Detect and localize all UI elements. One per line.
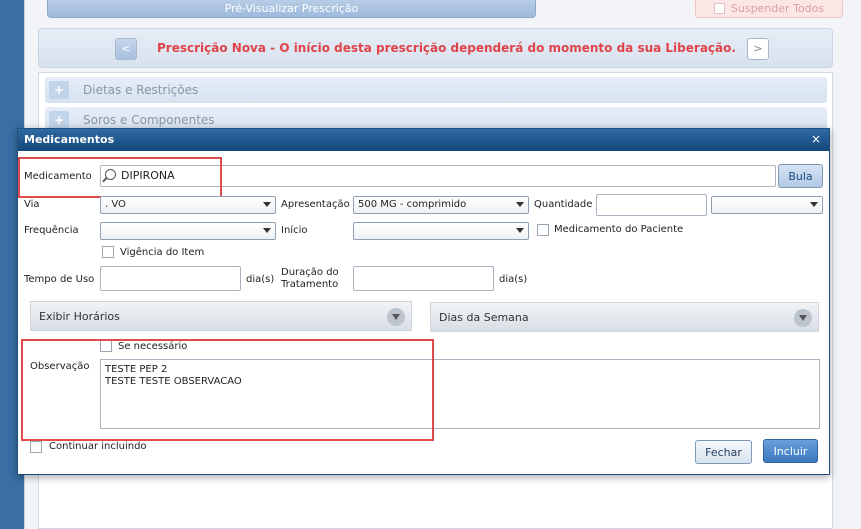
quantidade-input[interactable] — [596, 194, 707, 216]
suspend-all-button[interactable]: Suspender Todos — [695, 0, 843, 18]
exibir-horarios-label: Exibir Horários — [39, 309, 120, 323]
dias-unit-label: dia(s) — [246, 274, 275, 285]
continuar-label: Continuar incluindo — [49, 441, 147, 452]
close-icon[interactable]: × — [811, 132, 821, 146]
medicamento-paciente-label: Medicamento do Paciente — [554, 224, 684, 235]
chevron-down-icon[interactable] — [794, 309, 812, 327]
duracao-label-line2: Tratamento — [281, 279, 339, 290]
chevron-down-icon — [263, 228, 271, 233]
preview-prescription-button[interactable]: Pré-Visualizar Prescrição — [47, 0, 536, 18]
via-label: Via — [24, 199, 40, 210]
chevron-down-icon — [810, 202, 818, 207]
highlight-observacao-box — [21, 339, 434, 441]
continuar-checkbox[interactable] — [30, 441, 42, 453]
dialog-title: Medicamentos — [24, 133, 115, 146]
chevron-down-icon — [263, 202, 271, 207]
chevron-down-icon[interactable] — [387, 308, 405, 326]
incluir-button[interactable]: Incluir — [763, 439, 818, 463]
via-select[interactable]: . VO — [100, 196, 276, 214]
inicio-select[interactable] — [353, 222, 529, 240]
via-value: . VO — [105, 199, 126, 210]
tempo-uso-label: Tempo de Uso — [24, 274, 95, 285]
duracao-label-line1: Duração do — [281, 267, 339, 278]
highlight-medicamento-box — [18, 157, 222, 198]
expand-plus-icon[interactable]: + — [49, 111, 69, 129]
suspend-all-checkbox[interactable] — [713, 3, 725, 14]
medicamento-paciente-checkbox[interactable] — [537, 224, 549, 236]
section-label: Soros e Componentes — [83, 113, 215, 127]
prescription-nav-bar: < Prescrição Nova - O início desta presc… — [38, 28, 833, 68]
bula-button[interactable]: Bula — [778, 164, 823, 188]
dias-unit-label: dia(s) — [499, 274, 528, 285]
next-prescription-button[interactable]: > — [747, 38, 769, 60]
apresentacao-value: 500 MG - comprimido — [358, 199, 467, 210]
dias-semana-bar[interactable]: Dias da Semana — [430, 302, 819, 332]
frequencia-label: Frequência — [24, 225, 79, 236]
prescription-status-message: Prescrição Nova - O início desta prescri… — [157, 41, 736, 55]
chevron-down-icon — [516, 228, 524, 233]
dialog-header: Medicamentos × — [18, 129, 829, 151]
section-label: Dietas e Restrições — [83, 83, 199, 97]
medicamentos-dialog: Medicamentos × Medicamento DIPIRONA Bula… — [17, 128, 830, 475]
frequencia-select[interactable] — [100, 222, 276, 240]
expand-plus-icon[interactable]: + — [49, 81, 69, 99]
quantidade-label: Quantidade — [534, 199, 593, 210]
duracao-input[interactable] — [353, 266, 494, 291]
vigencia-label: Vigência do Item — [120, 247, 205, 258]
chevron-down-icon — [516, 202, 524, 207]
dias-semana-label: Dias da Semana — [439, 310, 529, 324]
fechar-button[interactable]: Fechar — [695, 440, 752, 464]
vigencia-checkbox[interactable] — [102, 246, 114, 258]
inicio-label: Início — [281, 225, 308, 236]
quantidade-unit-select[interactable] — [711, 196, 823, 214]
tempo-uso-input[interactable] — [100, 266, 241, 291]
apresentacao-select[interactable]: 500 MG - comprimido — [353, 196, 529, 214]
exibir-horarios-bar[interactable]: Exibir Horários — [30, 301, 412, 331]
suspend-all-label: Suspender Todos — [730, 2, 825, 15]
previous-prescription-button[interactable]: < — [115, 38, 137, 60]
apresentacao-label: Apresentação — [281, 199, 350, 210]
section-dietas[interactable]: + Dietas e Restrições — [45, 77, 827, 103]
